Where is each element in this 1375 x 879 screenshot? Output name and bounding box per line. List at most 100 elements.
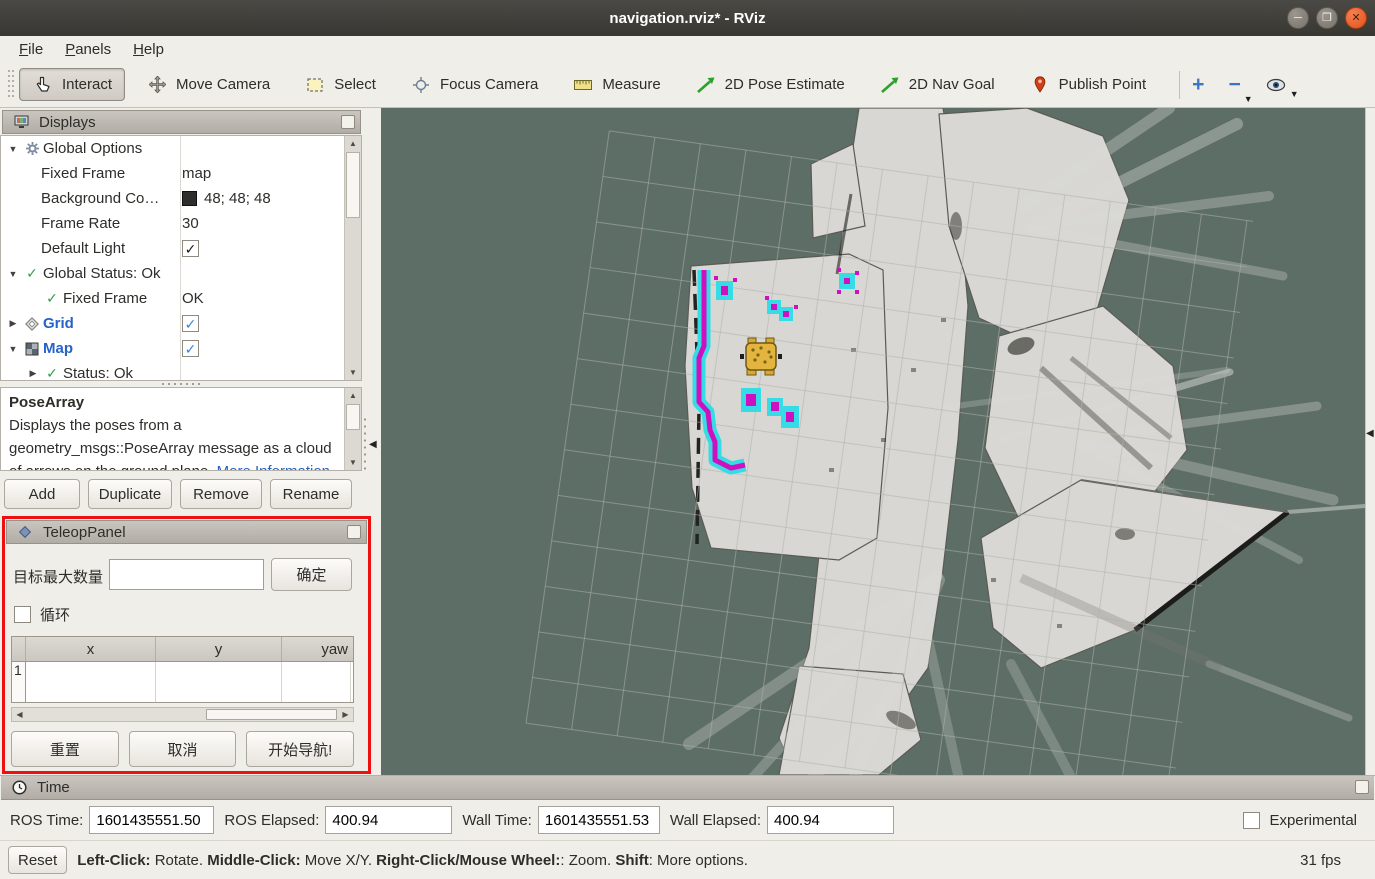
collapse-left-icon[interactable]: ◀ [369,439,377,450]
tool-publish-point[interactable]: Publish Point [1016,68,1160,101]
scrollbar-thumb[interactable] [346,404,360,430]
titlebar[interactable]: navigation.rviz* - RViz ─❐✕ [0,0,1375,36]
scroll-up-icon[interactable]: ▲ [345,388,361,403]
scrollbar-thumb[interactable] [346,152,360,218]
time-value-input[interactable] [767,806,894,834]
display-value[interactable]: ✓ [182,340,199,357]
display-value[interactable]: ✓ [182,315,199,332]
tool-2d-nav-goal[interactable]: 2D Nav Goal [866,68,1008,101]
experimental-checkbox[interactable] [1243,812,1260,829]
dropdown-caret-icon[interactable]: ▼ [1290,89,1299,99]
displays-float-button[interactable] [341,115,355,129]
display-value[interactable]: ✓ [182,240,199,257]
expander-icon[interactable]: ▼ [5,269,21,279]
display-row[interactable]: ▶Grid✓ [1,311,361,336]
panel-resize-handle[interactable]: ◀ [363,408,380,480]
green-check-icon: ✓ [41,365,63,381]
tool-2d-pose-estimate[interactable]: 2D Pose Estimate [682,68,858,101]
scroll-down-icon[interactable]: ▼ [345,455,361,470]
display-row[interactable]: Fixed Framemap [1,161,361,186]
cancel-button[interactable]: 取消 [129,731,237,767]
tool-measure[interactable]: Measure [559,68,673,101]
enabled-checkbox[interactable]: ✓ [182,315,199,332]
column-header-y[interactable]: y [156,637,282,661]
duplicate-display-button[interactable]: Duplicate [88,479,172,509]
teleop-panel-header[interactable]: TeleopPanel [6,520,367,544]
table-cell[interactable] [282,662,351,702]
display-value[interactable]: 48; 48; 48 [182,190,271,207]
scroll-right-icon[interactable]: ▶ [338,708,353,721]
add-display-button[interactable]: Add [4,479,80,509]
display-row[interactable]: Background Co…48; 48; 48 [1,186,361,211]
expander-icon[interactable]: ▼ [5,144,21,154]
reset-button[interactable]: Reset [8,846,67,874]
display-row[interactable]: ▶✓Status: Ok [1,361,361,381]
scroll-left-icon[interactable]: ◀ [12,708,27,721]
select-box-icon [304,78,326,92]
confirm-button[interactable]: 确定 [271,558,352,591]
display-row[interactable]: ▼Map✓ [1,336,361,361]
display-row[interactable]: ✓Fixed FrameOK [1,286,361,311]
display-value[interactable]: 30 [182,215,199,232]
tree-scrollbar[interactable]: ▲ ▼ [344,136,361,380]
minimize-button[interactable]: ─ [1287,7,1309,29]
time-value-input[interactable] [325,806,452,834]
row-header: 1 [12,662,26,702]
table-cell[interactable] [156,662,282,702]
maximize-button[interactable]: ❐ [1316,7,1338,29]
displays-panel-header[interactable]: Displays [2,110,361,134]
display-value[interactable]: OK [182,290,204,307]
tool-select[interactable]: Select [291,68,389,101]
loop-checkbox[interactable] [14,606,31,623]
tool-buttons: InteractMove CameraSelectFocus CameraMea… [19,68,1167,101]
color-swatch[interactable] [182,191,197,206]
more-information-link[interactable]: More Information. [212,463,334,471]
start-navigation-button[interactable]: 开始导航! [246,731,354,767]
max-goals-input[interactable] [109,559,264,590]
visibility-button[interactable]: ▼ [1265,78,1287,92]
column-header-yaw[interactable]: yaw [282,637,351,661]
add-tool-button[interactable]: + [1192,73,1204,97]
time-value-input[interactable] [538,806,660,834]
time-panel-header[interactable]: Time [1,776,1374,800]
toolbar-grip-handle[interactable] [8,70,15,100]
teleop-float-button[interactable] [347,525,361,539]
tool-interact[interactable]: Interact [19,68,125,101]
scroll-up-icon[interactable]: ▲ [345,136,361,151]
menu-panels[interactable]: Panels [54,39,122,60]
display-row[interactable]: ▼✓Global Status: Ok [1,261,361,286]
3d-viewport[interactable] [381,108,1365,775]
reset-goals-button[interactable]: 重置 [11,731,119,767]
rename-display-button[interactable]: Rename [270,479,352,509]
display-row[interactable]: ▼Global Options [1,136,361,161]
scrollbar-thumb[interactable] [206,709,337,720]
tool-move-camera[interactable]: Move Camera [133,68,283,101]
dropdown-caret-icon[interactable]: ▼ [1244,94,1253,104]
collapse-left-icon[interactable]: ◀ [1366,428,1374,439]
display-row[interactable]: Frame Rate30 [1,211,361,236]
time-value-input[interactable] [89,806,214,834]
gear-icon [21,141,43,156]
display-row[interactable]: Default Light✓ [1,236,361,261]
table-cell[interactable] [26,662,156,702]
display-value[interactable]: map [182,165,211,182]
tool-focus-camera[interactable]: Focus Camera [397,68,551,101]
toolbar-extras: + −▼ ▼ [1192,73,1311,97]
scroll-down-icon[interactable]: ▼ [345,365,361,380]
close-button[interactable]: ✕ [1345,7,1367,29]
expander-icon[interactable]: ▶ [25,368,41,379]
enabled-checkbox[interactable]: ✓ [182,240,199,257]
expander-icon[interactable]: ▼ [5,344,21,354]
description-scrollbar[interactable]: ▲ ▼ [344,388,361,470]
remove-tool-button[interactable]: −▼ [1228,73,1240,97]
enabled-checkbox[interactable]: ✓ [182,340,199,357]
menu-file[interactable]: File [8,39,54,60]
remove-display-button[interactable]: Remove [180,479,262,509]
menu-help[interactable]: Help [122,39,175,60]
tool-label: 2D Nav Goal [909,76,995,93]
expander-icon[interactable]: ▶ [5,318,21,329]
time-float-button[interactable] [1355,780,1369,794]
right-panel-resize-handle[interactable]: ◀ [1365,108,1375,775]
goals-table-hscrollbar[interactable]: ◀ ▶ [11,707,354,722]
column-header-x[interactable]: x [26,637,156,661]
